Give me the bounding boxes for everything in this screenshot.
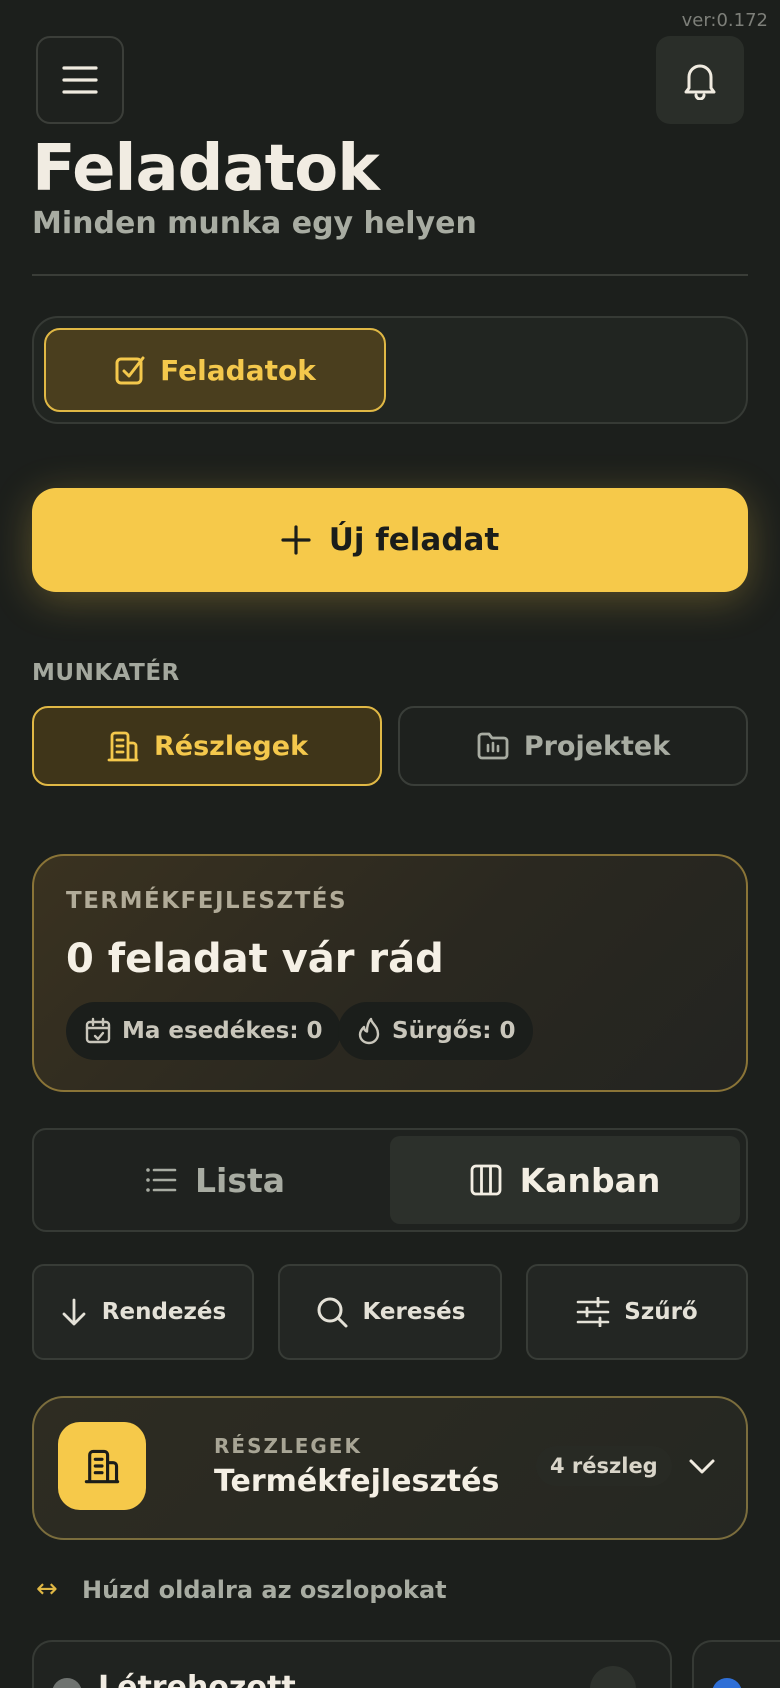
tool-label: Rendezés (101, 1299, 227, 1325)
due-today-chip: Ma esedékes: 0 (66, 1002, 341, 1060)
page-title: Feladatok (32, 132, 380, 206)
column-title: Létrehozott (98, 1670, 296, 1688)
workspace-projektek-button[interactable]: Projektek (398, 706, 748, 786)
tab-feladatok[interactable]: Feladatok (44, 328, 386, 412)
workspace-reszlegek-button[interactable]: Részlegek (32, 706, 382, 786)
kanban-icon (470, 1164, 502, 1196)
view-list-button[interactable]: Lista (40, 1136, 390, 1224)
list-icon (146, 1168, 177, 1192)
chip-label: Ma esedékes: 0 (122, 1018, 323, 1044)
search-icon (317, 1297, 348, 1328)
chevron-down-icon (689, 1459, 715, 1474)
view-kanban-button[interactable]: Kanban (390, 1136, 740, 1224)
department-icon-tile (58, 1422, 146, 1510)
menu-button[interactable] (36, 36, 124, 124)
department-label: RÉSZLEGEK (214, 1434, 362, 1458)
workspace-option-label: Projektek (523, 730, 671, 762)
department-count-badge: 4 részleg (536, 1446, 672, 1486)
calendar-check-icon (85, 1017, 111, 1044)
checkbox-icon (115, 356, 145, 385)
version-label: ver:0.172 (681, 10, 768, 31)
folder-icon (477, 732, 509, 760)
plus-icon (281, 525, 311, 555)
horizontal-arrows-icon: ↔ (36, 1574, 58, 1604)
view-label: Kanban (519, 1160, 661, 1200)
summary-category: TERMÉKFEJLESZTÉS (66, 888, 348, 914)
sliders-icon (576, 1297, 610, 1327)
department-name: Termékfejlesztés (214, 1464, 500, 1499)
urgent-chip: Sürgős: 0 (338, 1002, 534, 1060)
new-task-button[interactable]: Új feladat (32, 488, 748, 592)
workspace-label: MUNKATÉR (32, 660, 180, 686)
chip-label: Sürgős: 0 (392, 1018, 516, 1044)
view-label: Lista (194, 1160, 286, 1200)
tab-label: Feladatok (160, 353, 316, 387)
search-button[interactable]: Keresés (278, 1264, 502, 1360)
building-icon (84, 1449, 120, 1484)
filter-button[interactable]: Szűrő (526, 1264, 748, 1360)
summary-headline: 0 feladat vár rád (66, 936, 444, 982)
hamburger-menu-icon (62, 66, 98, 94)
expand-button[interactable] (684, 1448, 720, 1484)
new-task-label: Új feladat (328, 522, 500, 558)
sort-button[interactable]: Rendezés (32, 1264, 254, 1360)
arrow-down-icon (62, 1298, 86, 1326)
bell-icon (684, 64, 716, 100)
workspace-option-label: Részlegek (153, 730, 309, 762)
building-icon (107, 731, 139, 762)
flame-icon (358, 1017, 380, 1045)
page-subtitle: Minden munka egy helyen (32, 206, 477, 241)
notifications-button[interactable] (656, 36, 744, 124)
tool-label: Keresés (362, 1299, 466, 1325)
tool-label: Szűrő (624, 1299, 698, 1325)
scroll-hint: Húzd oldalra az oszlopokat (82, 1576, 447, 1604)
header-divider (32, 274, 748, 276)
